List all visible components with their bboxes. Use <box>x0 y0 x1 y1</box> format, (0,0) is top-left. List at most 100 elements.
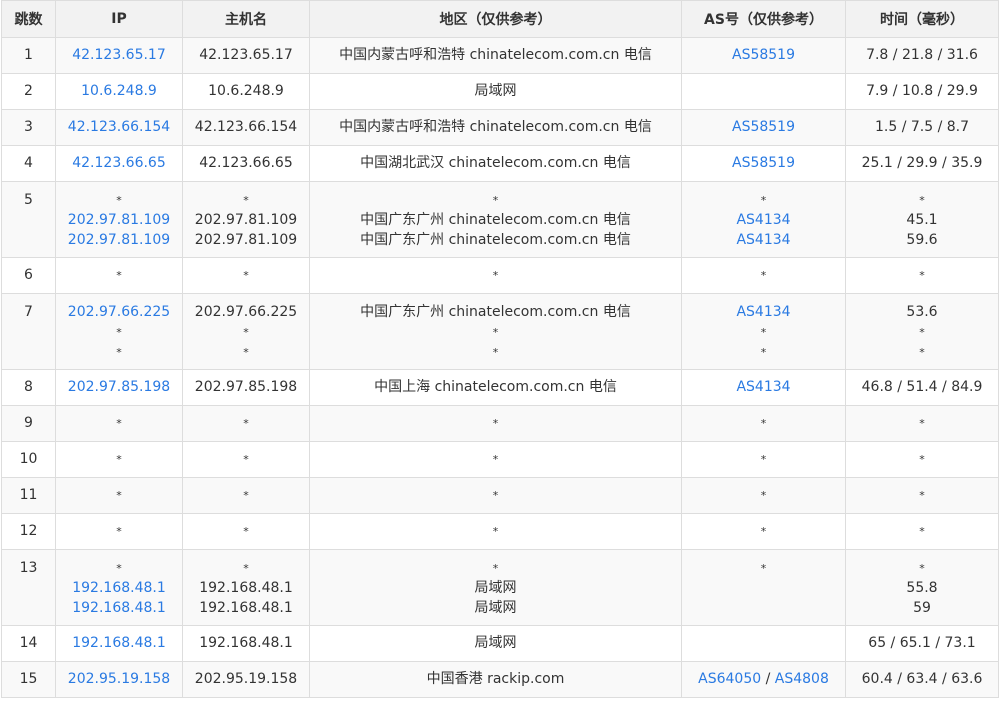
timeout-marker: * <box>116 269 122 282</box>
hostname-cell: 192.168.48.1 <box>182 625 310 662</box>
as-cell: AS58519 <box>681 145 846 182</box>
timeout-marker: * <box>760 489 767 502</box>
cell-line: * <box>56 485 182 505</box>
as-number-link[interactable]: AS58519 <box>732 155 795 171</box>
as-line: * <box>682 521 845 541</box>
hostname-text: 42.123.65.17 <box>199 47 293 63</box>
cell-line: * <box>56 521 182 541</box>
timeout-marker: * <box>919 525 925 538</box>
region-text: 中国内蒙古呼和浩特 chinatelecom.com.cn 电信 <box>339 47 652 63</box>
cell-line: 202.95.19.158 <box>56 669 182 689</box>
cell-line: * <box>846 485 998 505</box>
hop-cell: 14 <box>1 625 56 662</box>
cell-line: 192.168.48.1 <box>56 598 182 618</box>
ip-link[interactable]: 202.97.81.109 <box>68 232 170 248</box>
hostname-cell: * 192.168.48.1 192.168.48.1 <box>182 549 310 626</box>
cell-line: 42.123.66.154 <box>56 117 182 137</box>
as-number-link[interactable]: AS58519 <box>732 119 795 135</box>
ip-link[interactable]: 202.95.19.158 <box>68 671 170 687</box>
as-number-link[interactable]: AS4134 <box>736 379 790 395</box>
ip-link[interactable]: 202.97.85.198 <box>68 379 170 395</box>
hostname-cell: 42.123.66.65 <box>182 145 310 182</box>
ip-link[interactable]: 10.6.248.9 <box>81 83 157 99</box>
traceroute-table: 跳数 IP 主机名 地区（仅供参考） AS号（仅供参考） 时间（毫秒） 1 42.… <box>1 0 999 698</box>
time-text: 45.1 <box>906 212 938 228</box>
ip-link[interactable]: 192.168.48.1 <box>72 600 166 616</box>
as-line: AS4134 <box>682 210 845 230</box>
timeout-marker: * <box>760 453 767 466</box>
cell-line: * <box>846 342 998 362</box>
table-body: 1 42.123.65.17 42.123.65.17 中国内蒙古呼和浩特 china… <box>1 37 999 698</box>
hop-cell: 7 <box>1 293 56 370</box>
time-text: 55.8 <box>906 580 938 596</box>
hop-number: 6 <box>24 267 33 283</box>
cell-line: * <box>310 265 681 285</box>
cell-line: * <box>310 342 681 362</box>
header-hostname: 主机名 <box>182 0 310 38</box>
as-number-link[interactable]: AS4134 <box>736 232 790 248</box>
ip-cell: * <box>55 405 183 442</box>
hostname-cell: * <box>182 257 310 294</box>
ip-link[interactable]: 192.168.48.1 <box>72 580 166 596</box>
as-number-link[interactable]: AS64050 <box>698 671 761 687</box>
ip-link[interactable]: 42.123.66.65 <box>72 155 166 171</box>
hop-number: 4 <box>24 155 33 171</box>
region-cell: * <box>309 405 682 442</box>
as-line: AS64050 / AS4808 <box>682 669 845 689</box>
as-line: * <box>682 322 845 342</box>
ip-cell: * <box>55 441 183 478</box>
ip-link[interactable]: 202.97.66.225 <box>68 304 170 320</box>
hostname-text: 202.97.66.225 <box>194 304 298 320</box>
cell-line: * <box>183 449 309 469</box>
ip-link[interactable]: 202.97.81.109 <box>68 212 170 228</box>
ip-link[interactable]: 192.168.48.1 <box>72 635 166 651</box>
ip-link[interactable]: 42.123.65.17 <box>72 47 166 63</box>
cell-line: 202.97.85.198 <box>56 377 182 397</box>
hop-number: 9 <box>24 415 33 431</box>
as-number-link[interactable]: AS58519 <box>732 47 795 63</box>
ip-cell: 42.123.65.17 <box>55 37 183 74</box>
time-text: 1.5 / 7.5 / 8.7 <box>874 119 970 135</box>
table-row: 5 * 202.97.81.109 202.97.81.109 * 202.97.81.1… <box>1 181 999 258</box>
time-cell: * 55.8 59 <box>845 549 999 626</box>
table-header: 跳数 IP 主机名 地区（仅供参考） AS号（仅供参考） 时间（毫秒） <box>1 0 999 38</box>
ip-link[interactable]: 42.123.66.154 <box>68 119 170 135</box>
region-cell: * 中国广东广州 chinatelecom.com.cn 电信 中国广东广州 chi… <box>309 181 682 258</box>
timeout-marker: * <box>116 194 122 207</box>
as-cell: * <box>681 405 846 442</box>
as-number-link[interactable]: AS4134 <box>736 212 790 228</box>
time-cell: * 45.1 59.6 <box>845 181 999 258</box>
time-cell: * <box>845 257 999 294</box>
ip-cell: * <box>55 513 183 550</box>
timeout-marker: * <box>760 194 767 207</box>
as-number-link[interactable]: AS4808 <box>775 671 829 687</box>
hostname-cell: 202.97.66.225 * * <box>182 293 310 370</box>
region-cell: * 局域网 局域网 <box>309 549 682 626</box>
hostname-text: 42.123.66.65 <box>199 155 293 171</box>
time-cell: 65 / 65.1 / 73.1 <box>845 625 999 662</box>
hop-cell: 15 <box>1 661 56 698</box>
timeout-marker: * <box>243 346 249 359</box>
hostname-cell: 42.123.66.154 <box>182 109 310 146</box>
as-number-link[interactable]: AS4134 <box>736 304 790 320</box>
hop-cell: 3 <box>1 109 56 146</box>
hop-number: 5 <box>24 192 33 208</box>
region-text: 中国内蒙古呼和浩特 chinatelecom.com.cn 电信 <box>339 119 652 135</box>
timeout-marker: * <box>116 346 122 359</box>
as-line: AS4134 <box>682 302 845 322</box>
cell-line: * <box>846 521 998 541</box>
cell-line: 202.97.66.225 <box>56 302 182 322</box>
timeout-marker: * <box>919 453 925 466</box>
time-cell: 46.8 / 51.4 / 84.9 <box>845 369 999 406</box>
hostname-text: 202.97.81.109 <box>194 232 298 248</box>
hop-number: 3 <box>24 119 33 135</box>
as-cell: * <box>681 441 846 478</box>
hostname-text: 202.97.85.198 <box>194 379 298 395</box>
cell-line: * <box>56 413 182 433</box>
as-line: * <box>682 265 845 285</box>
hop-number: 12 <box>19 523 38 539</box>
as-line <box>682 81 845 101</box>
time-text: 65 / 65.1 / 73.1 <box>868 635 976 651</box>
as-cell: * AS4134 AS4134 <box>681 181 846 258</box>
timeout-marker: * <box>492 453 499 466</box>
